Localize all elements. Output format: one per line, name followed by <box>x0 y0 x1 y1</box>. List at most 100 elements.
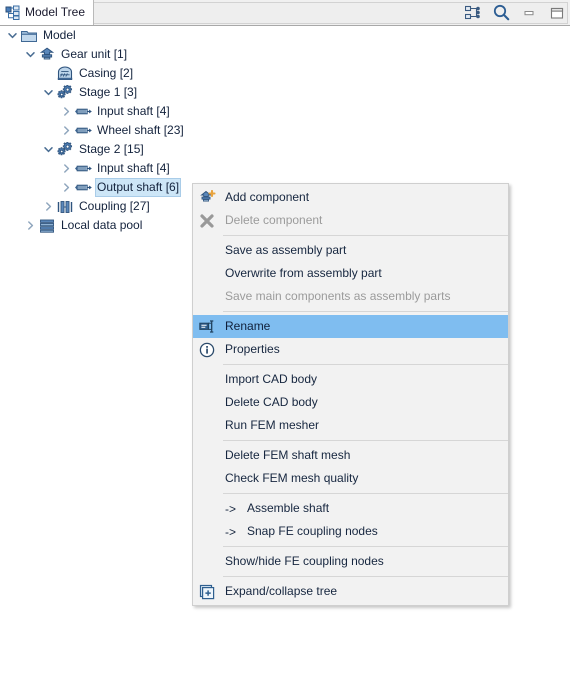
no-icon <box>193 550 221 573</box>
twisty-expanded-icon[interactable] <box>40 140 56 159</box>
menu-item[interactable]: Import CAD body <box>193 368 508 391</box>
no-icon <box>193 520 221 543</box>
shaft-icon <box>74 159 92 178</box>
menu-item[interactable]: Delete FEM shaft mesh <box>193 444 508 467</box>
menu-item[interactable]: Add component <box>193 186 508 209</box>
menu-item-label: Save as assembly part <box>225 243 347 257</box>
shaft-icon <box>74 121 92 140</box>
tree-item[interactable]: Wheel shaft [23] <box>0 121 570 140</box>
menu-item-label: Overwrite from assembly part <box>225 266 382 280</box>
menu-item[interactable]: -> Snap FE coupling nodes <box>193 520 508 543</box>
tree-item[interactable]: Casing [2] <box>0 64 570 83</box>
menu-item: Delete component <box>193 209 508 232</box>
menu-item[interactable]: Rename <box>193 315 508 338</box>
menu-item[interactable]: Run FEM mesher <box>193 414 508 437</box>
menu-item[interactable]: Save as assembly part <box>193 239 508 262</box>
coupling-icon <box>56 197 74 216</box>
menu-item-label: Show/hide FE coupling nodes <box>225 554 384 568</box>
menu-item-arrow: -> <box>225 501 237 516</box>
menu-item-label: Delete CAD body <box>225 395 318 409</box>
maximize-icon[interactable] <box>548 4 566 22</box>
menu-item-label: Save main components as assembly parts <box>225 289 451 303</box>
tree-item-label: Casing [2] <box>79 66 134 80</box>
twisty-collapsed-icon[interactable] <box>58 159 74 178</box>
tree-item-label: Wheel shaft [23] <box>97 123 184 137</box>
tree-item-label: Input shaft [4] <box>97 104 170 118</box>
tree-item[interactable]: Model <box>0 26 570 45</box>
menu-item-label: Delete component <box>225 213 323 227</box>
menu-item-label: Properties <box>225 342 280 356</box>
menu-separator <box>223 440 508 441</box>
tree-item[interactable]: Gear unit [1] <box>0 45 570 64</box>
menu-item[interactable]: Show/hide FE coupling nodes <box>193 550 508 573</box>
tree-item[interactable]: Stage 2 [15] <box>0 140 570 159</box>
twisty-collapsed-icon[interactable] <box>58 102 74 121</box>
tree-item[interactable]: Stage 1 [3] <box>0 83 570 102</box>
search-icon[interactable] <box>492 4 510 22</box>
folder-icon <box>20 26 38 45</box>
tab-model-tree[interactable]: Model Tree <box>0 0 95 25</box>
twisty-expanded-icon[interactable] <box>4 26 20 45</box>
context-menu-items: Add component Delete component Save as ass… <box>193 186 508 603</box>
twisty-expanded-icon[interactable] <box>40 83 56 102</box>
tree-item-label: Stage 2 [15] <box>79 142 144 156</box>
menu-item[interactable]: Overwrite from assembly part <box>193 262 508 285</box>
context-menu[interactable]: Add component Delete component Save as ass… <box>192 183 509 606</box>
menu-separator <box>223 235 508 236</box>
tree-item-label: Stage 1 [3] <box>79 85 138 99</box>
menu-item[interactable]: Check FEM mesh quality <box>193 467 508 490</box>
casing-icon <box>56 64 74 83</box>
menu-item-label: Assemble shaft <box>247 501 330 515</box>
shaft-icon <box>74 102 92 121</box>
twisty-expanded-icon[interactable] <box>22 45 38 64</box>
model-tree-window: Model Tree Model Gear unit [1] Casing [2… <box>0 0 570 676</box>
shaft-icon <box>74 178 92 197</box>
tree-item-label: Model <box>43 28 76 42</box>
menu-separator <box>223 364 508 365</box>
no-icon <box>193 391 221 414</box>
no-icon <box>193 368 221 391</box>
model-tree-icon <box>5 5 20 20</box>
tree-item-label: Local data pool <box>61 218 143 232</box>
no-icon <box>193 414 221 437</box>
no-icon <box>193 239 221 262</box>
menu-item[interactable]: Expand/collapse tree <box>193 580 508 603</box>
no-icon <box>193 467 221 490</box>
menu-item[interactable]: Properties <box>193 338 508 361</box>
tree-item[interactable]: Input shaft [4] <box>0 159 570 178</box>
rename-icon <box>193 315 221 338</box>
tree-item[interactable]: Input shaft [4] <box>0 102 570 121</box>
tree-item-label: Input shaft [4] <box>97 161 170 175</box>
twisty-collapsed-icon[interactable] <box>40 197 56 216</box>
tree-item-label: Coupling [27] <box>79 199 150 213</box>
twisty-collapsed-icon[interactable] <box>58 178 74 197</box>
delete-component-icon <box>193 209 221 232</box>
expand-collapse-icon <box>193 580 221 603</box>
tree-item-label: Gear unit [1] <box>61 47 128 61</box>
menu-separator <box>223 311 508 312</box>
menu-item-label: Check FEM mesh quality <box>225 471 359 485</box>
twisty-collapsed-icon[interactable] <box>22 216 38 235</box>
stage-icon <box>56 140 74 159</box>
menu-item: Save main components as assembly parts <box>193 285 508 308</box>
menu-item-label: Delete FEM shaft mesh <box>225 448 351 462</box>
stage-icon <box>56 83 74 102</box>
menu-item-label: Expand/collapse tree <box>225 584 338 598</box>
menu-item-label: Import CAD body <box>225 372 318 386</box>
menu-item[interactable]: Delete CAD body <box>193 391 508 414</box>
tree-item-label: Output shaft [6] <box>95 178 182 197</box>
properties-icon <box>193 338 221 361</box>
menu-separator <box>223 493 508 494</box>
twisty-collapsed-icon[interactable] <box>58 121 74 140</box>
add-component-icon <box>193 186 221 209</box>
no-icon <box>193 262 221 285</box>
titlebar-buttons <box>464 0 566 25</box>
minimize-icon[interactable] <box>520 4 538 22</box>
menu-item-label: Rename <box>225 319 271 333</box>
menu-item-label: Add component <box>225 190 310 204</box>
menu-separator <box>223 546 508 547</box>
link-with-editor-icon[interactable] <box>464 4 482 22</box>
menu-item[interactable]: -> Assemble shaft <box>193 497 508 520</box>
no-icon <box>193 497 221 520</box>
menu-separator <box>223 576 508 577</box>
